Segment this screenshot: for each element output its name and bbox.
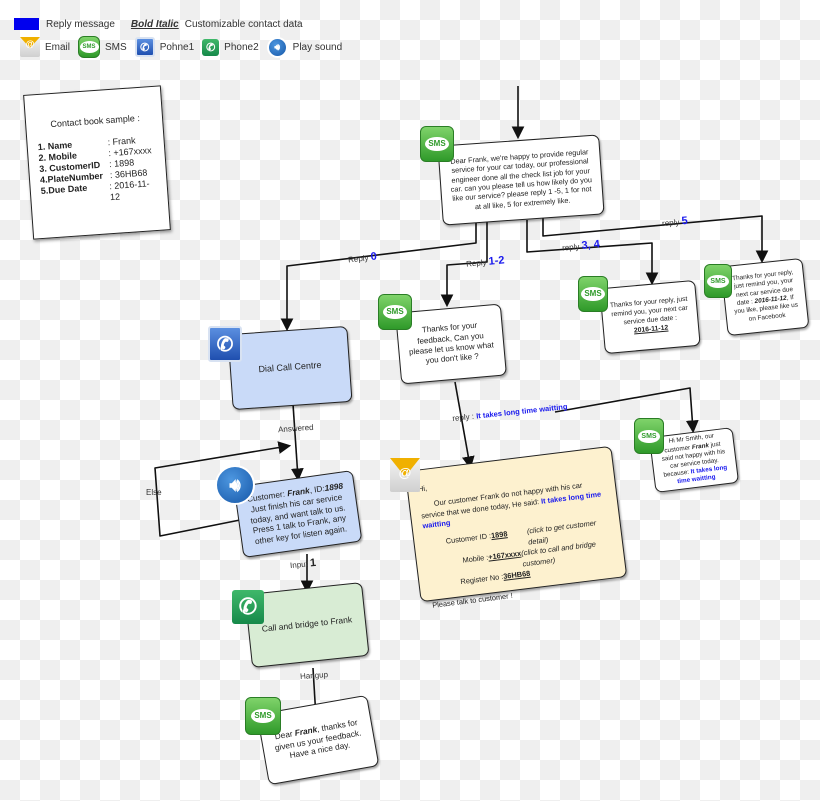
edge-reply5 (542, 215, 769, 264)
node-final-text: Dear Frank, thanks for given us your fee… (269, 716, 367, 764)
sms-icon-label: SMS (251, 709, 275, 723)
email-fields: Customer ID : 1898 (click to get customer… (424, 517, 615, 591)
edge-label-text: reply (661, 217, 680, 229)
play-sound-icon: 🔊︎ (215, 465, 255, 505)
sms-icon: SMS (378, 294, 412, 330)
edge-reply-wait-email (454, 381, 475, 470)
node-reply34-sms[interactable]: Thanks for your reply, just remind you, … (599, 279, 701, 355)
edge-label-reply12: Reply 1-2 (466, 254, 505, 269)
legend-play-sound: 🔊︎ Play sound (266, 36, 343, 58)
contact-value: : 2016-11-12 (108, 178, 150, 203)
edge-label-num: 0 (370, 250, 378, 264)
edge-label-answered: Answered (277, 422, 314, 435)
node-bridge-text: Call and bridge to Frank (261, 614, 353, 635)
phone2-icon: ✆ (232, 590, 264, 624)
sms-icon-label: SMS (425, 137, 449, 151)
legend-row-1: Reply message Bold Italic Customizable c… (14, 18, 303, 30)
node-email[interactable]: Hi, Our customer Frank do not happy with… (404, 445, 628, 610)
node-start-sms-text: Dear Frank, we're happy to provide regul… (449, 146, 593, 212)
legend-bold-italic: Bold Italic (130, 18, 179, 30)
edge-label-quote: It takes long time waitting (475, 401, 568, 421)
sms-icon-label: SMS (638, 429, 660, 443)
edge-label-reply0: Reply 0 (347, 250, 378, 266)
node-reply34-date: 2016-11-12 (633, 324, 669, 335)
sms-icon: SMS (578, 276, 608, 312)
edge-label-else: Else (146, 488, 162, 497)
email-icon: @ (390, 458, 420, 492)
legend-play-sound-label: Play sound (292, 41, 343, 53)
sms-icon-label: SMS (707, 274, 729, 288)
legend-customizable: Customizable contact data (184, 18, 303, 30)
edge-label-num: 3, 4 (581, 238, 601, 252)
node-start-sms[interactable]: Dear Frank, we're happy to provide regul… (437, 134, 605, 226)
edge-label-num: 1-2 (488, 254, 506, 268)
sms-icon-label: SMS (383, 305, 407, 319)
edge-label-reply34: reply 3, 4 (562, 238, 601, 253)
sms-icon: SMS (634, 418, 664, 454)
reply-color-swatch (14, 18, 39, 30)
contact-book-sample: Contact book sample : 1. Name: Frank 2. … (23, 85, 171, 240)
node-smith-text: Hi Mr Smith, our customer Frank just sai… (658, 432, 729, 489)
edge-label-input1: Input 1 (290, 557, 317, 571)
legend-phone1: ✆ Pohne1 (134, 37, 195, 57)
edge-label-hangup: Hangup (299, 670, 329, 681)
legend-phone2-label: Phone2 (224, 41, 259, 53)
edge-label-text: Reply (347, 253, 369, 265)
contact-book-title: Contact book sample : (50, 112, 141, 130)
edge-label-num: 5 (681, 214, 689, 228)
sms-icon: SMS (420, 126, 454, 162)
node-reply5-text: Thanks for your reply, just remind you, … (731, 269, 800, 325)
legend-phone2: ✆ Phone2 (202, 38, 259, 56)
legend-reply-message: Reply message (46, 18, 115, 30)
contact-key: 5.Due Date (40, 182, 88, 196)
node-reply5-sms[interactable]: Thanks for your reply, just remind you, … (720, 257, 810, 337)
play-sound-icon: 🔊︎ (266, 36, 288, 58)
node-reply34-text: Thanks for your reply, just remind you, … (609, 296, 689, 327)
node-play-text: Customer: Frank, ID:1898 Just finish his… (244, 480, 353, 548)
node-dial-call-centre[interactable]: Dial Call Centre (227, 325, 353, 411)
legend-row-2: @ Email SMS SMS ✆ Pohne1 ✆ Phone2 🔊︎ Pla… (20, 36, 350, 58)
edge-reply-wait-smith (554, 387, 699, 434)
legend-sms-label: SMS (105, 41, 127, 53)
edge-label-text: Reply (465, 257, 487, 269)
phone1-icon: ✆ (208, 326, 242, 362)
node-dial-text: Dial Call Centre (258, 359, 322, 375)
edge-label-text: Input (289, 559, 309, 571)
edge-label-reply-wait: reply : It takes long time waitting (452, 402, 568, 423)
edge-label-num: 1 (309, 556, 317, 570)
node-feedback-text: Thanks for your feedback, Can you please… (408, 320, 495, 366)
legend-email-label: Email (45, 41, 71, 53)
sms-icon: SMS (245, 697, 281, 735)
legend-phone1-label: Pohne1 (159, 41, 195, 53)
legend-sms: SMS SMS (78, 36, 127, 58)
phone2-icon: ✆ (202, 38, 220, 56)
sms-icon: SMS (704, 264, 732, 298)
legend-email: @ Email (20, 37, 70, 57)
sms-icon: SMS (78, 36, 101, 58)
email-icon: @ (20, 37, 40, 57)
sms-icon-label: SMS (581, 287, 605, 301)
phone1-icon: ✆ (134, 37, 155, 57)
edge-label-reply5: reply 5 (661, 214, 689, 229)
edge-label-text: reply : (451, 411, 477, 424)
edge-answered (290, 403, 304, 482)
edge-label-text: reply (561, 242, 580, 253)
